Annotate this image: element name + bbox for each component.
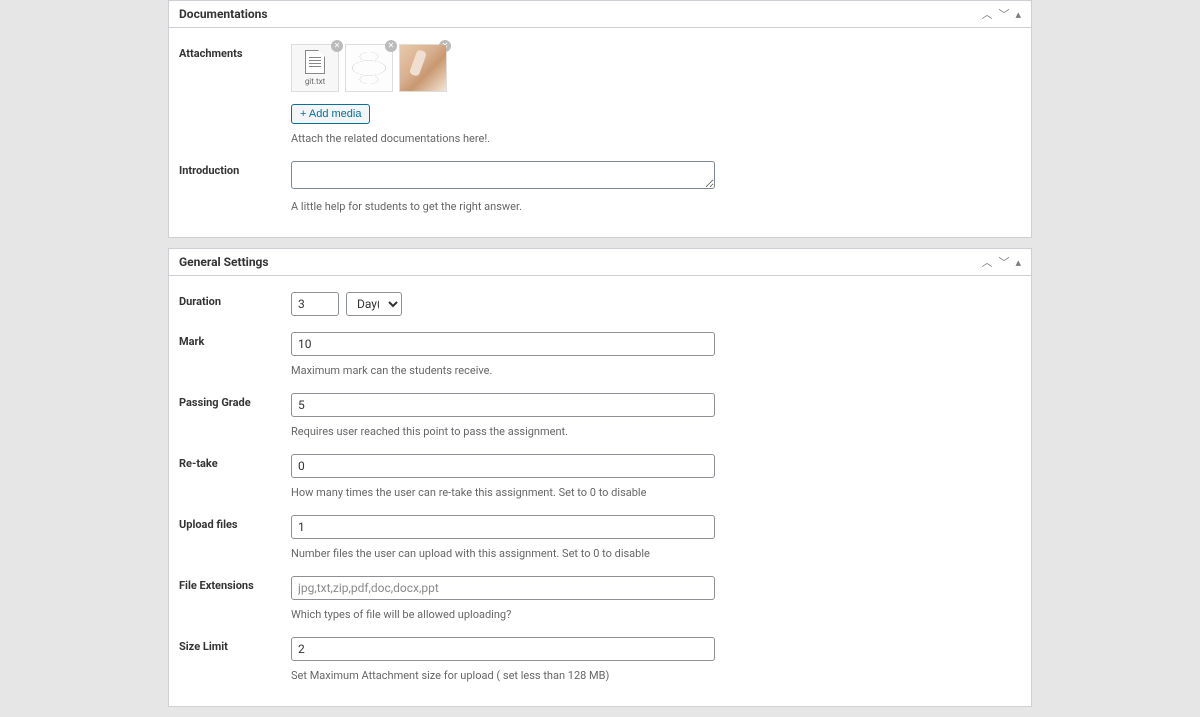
field-content: ✕ git.txt ✕ ✕ + Add media Attach the rel…	[291, 44, 1021, 145]
mark-input[interactable]	[291, 332, 715, 356]
file-extensions-field: File Extensions Which types of file will…	[179, 570, 1021, 631]
introduction-field: Introduction A little help for students …	[179, 155, 1021, 223]
field-label: Passing Grade	[179, 393, 291, 438]
upload-files-field: Upload files Number files the user can u…	[179, 509, 1021, 570]
duration-unit-select[interactable]: Day(s)	[346, 292, 402, 316]
helper-text: Requires user reached this point to pass…	[291, 425, 1021, 438]
toggle-icon[interactable]: ▴	[1015, 9, 1021, 20]
field-label: Attachments	[179, 44, 291, 145]
field-label: Upload files	[179, 515, 291, 560]
attachment-diagram[interactable]: ✕	[345, 44, 393, 92]
toggle-icon[interactable]: ▴	[1015, 257, 1021, 268]
field-content: Number files the user can upload with th…	[291, 515, 1021, 560]
field-content: Day(s)	[291, 292, 1021, 316]
attachments-list: ✕ git.txt ✕ ✕	[291, 44, 1021, 92]
field-content: A little help for students to get the ri…	[291, 161, 1021, 213]
field-label: Re-take	[179, 454, 291, 499]
panel-title: General Settings	[179, 255, 269, 269]
panel-controls: ︿ ﹀ ▴	[981, 9, 1021, 20]
file-extensions-input[interactable]	[291, 576, 715, 600]
documentations-panel: Documentations ︿ ﹀ ▴ Attachments ✕ git.t…	[168, 0, 1032, 238]
diagram-thumbnail	[346, 45, 392, 91]
helper-text: Number files the user can upload with th…	[291, 547, 1021, 560]
attachments-field: Attachments ✕ git.txt ✕ ✕	[179, 38, 1021, 155]
remove-icon[interactable]: ✕	[385, 40, 397, 52]
photo-thumbnail	[400, 45, 446, 91]
remove-icon[interactable]: ✕	[331, 40, 343, 52]
mark-field: Mark Maximum mark can the students recei…	[179, 326, 1021, 387]
attachment-filename: git.txt	[305, 77, 325, 86]
field-label: Mark	[179, 332, 291, 377]
file-icon	[305, 50, 325, 74]
field-content: Which types of file will be allowed uplo…	[291, 576, 1021, 621]
helper-text: Which types of file will be allowed uplo…	[291, 608, 1021, 621]
panel-body: Duration Day(s) Mark Maximum mark can th…	[169, 276, 1031, 706]
upload-files-input[interactable]	[291, 515, 715, 539]
helper-text: A little help for students to get the ri…	[291, 200, 1021, 213]
field-content: Set Maximum Attachment size for upload (…	[291, 637, 1021, 682]
attachment-photo[interactable]: ✕	[399, 44, 447, 92]
helper-text: Maximum mark can the students receive.	[291, 364, 1021, 377]
add-media-button[interactable]: + Add media	[291, 104, 370, 124]
passing-grade-input[interactable]	[291, 393, 715, 417]
duration-input[interactable]	[291, 292, 339, 316]
field-label: Size Limit	[179, 637, 291, 682]
field-content: Requires user reached this point to pass…	[291, 393, 1021, 438]
field-content: How many times the user can re-take this…	[291, 454, 1021, 499]
move-down-icon[interactable]: ﹀	[998, 9, 1009, 20]
panel-body: Attachments ✕ git.txt ✕ ✕	[169, 28, 1031, 237]
field-label: File Extensions	[179, 576, 291, 621]
helper-text: Set Maximum Attachment size for upload (…	[291, 669, 1021, 682]
panel-header: Documentations ︿ ﹀ ▴	[169, 1, 1031, 28]
field-label: Introduction	[179, 161, 291, 213]
move-down-icon[interactable]: ﹀	[998, 257, 1009, 268]
panel-controls: ︿ ﹀ ▴	[981, 257, 1021, 268]
helper-text: Attach the related documentations here!.	[291, 132, 1021, 145]
retake-input[interactable]	[291, 454, 715, 478]
panel-title: Documentations	[179, 7, 268, 21]
field-label: Duration	[179, 292, 291, 316]
move-up-icon[interactable]: ︿	[981, 257, 992, 268]
panel-header: General Settings ︿ ﹀ ▴	[169, 249, 1031, 276]
retake-field: Re-take How many times the user can re-t…	[179, 448, 1021, 509]
introduction-input[interactable]	[291, 161, 715, 189]
duration-field: Duration Day(s)	[179, 286, 1021, 326]
passing-grade-field: Passing Grade Requires user reached this…	[179, 387, 1021, 448]
helper-text: How many times the user can re-take this…	[291, 486, 1021, 499]
general-settings-panel: General Settings ︿ ﹀ ▴ Duration Day(s) M…	[168, 248, 1032, 707]
field-content: Maximum mark can the students receive.	[291, 332, 1021, 377]
size-limit-field: Size Limit Set Maximum Attachment size f…	[179, 631, 1021, 692]
size-limit-input[interactable]	[291, 637, 715, 661]
attachment-file[interactable]: ✕ git.txt	[291, 44, 339, 92]
move-up-icon[interactable]: ︿	[981, 9, 992, 20]
